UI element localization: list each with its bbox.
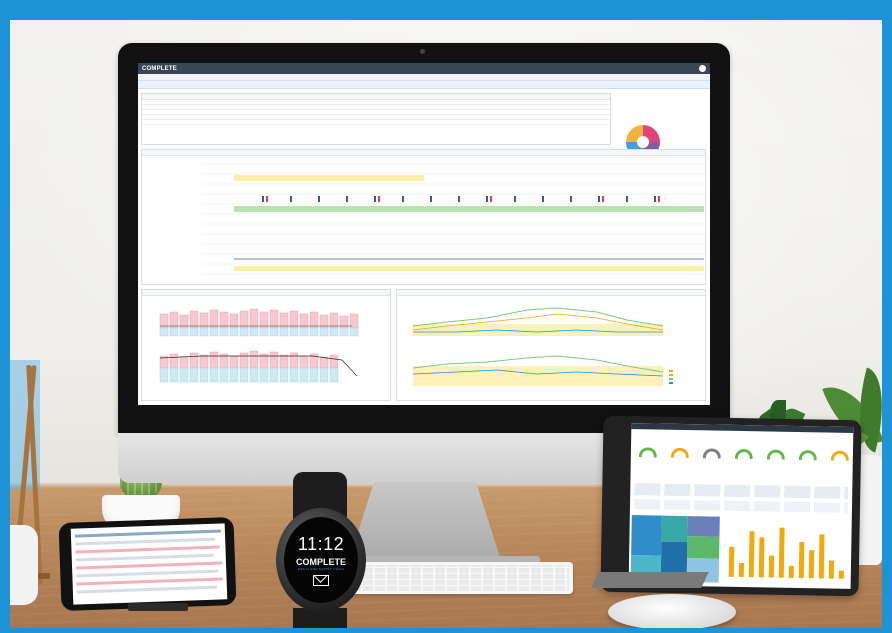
- treemap-tile: [661, 515, 688, 543]
- phone-row: [75, 545, 220, 554]
- phone-stand: [128, 603, 188, 611]
- phone-screen: [70, 523, 228, 605]
- overview-panel: [141, 93, 611, 145]
- tablet-stand: [591, 572, 709, 588]
- tablet-bar: [768, 555, 775, 578]
- mouse: [608, 594, 736, 628]
- gauge: [670, 447, 690, 459]
- avatar[interactable]: [699, 65, 706, 72]
- watch-face: 11:12 COMPLETE END to END SUPPLY CHAIN: [284, 517, 358, 603]
- tablet-bar: [748, 531, 755, 578]
- table-row: [142, 120, 610, 125]
- tablet-bar: [828, 560, 835, 579]
- purchasing-timeline-panel: [141, 149, 706, 285]
- phone-row: [75, 553, 214, 562]
- tablet-bar: [808, 550, 815, 579]
- kpi-strip: [634, 483, 849, 499]
- daily-projection-panel: [141, 289, 391, 401]
- photo-scene: COMPLETE 11:12 COMPLETE END to END SUPPL…: [10, 20, 882, 628]
- trend-chart: [412, 307, 673, 386]
- phone-row: [75, 537, 216, 546]
- treemap-tile: [687, 536, 720, 559]
- projection-chart: [159, 308, 359, 383]
- treemap-tile: [631, 515, 662, 556]
- tablet-bar: [758, 537, 765, 578]
- timeline-grid: [202, 163, 705, 275]
- watch-time: 11:12: [297, 534, 345, 554]
- gauge: [830, 450, 849, 461]
- tablet-bar: [798, 542, 805, 579]
- tablet-bar: [788, 565, 794, 578]
- tablet-bar: [728, 546, 735, 577]
- phone-row: [76, 585, 217, 594]
- keyboard-keys: [351, 565, 569, 591]
- app-toolbar: [138, 81, 710, 89]
- phone-row: [74, 529, 221, 538]
- app-logo: COMPLETE: [142, 65, 177, 72]
- gauge: [638, 447, 658, 458]
- tablet-bar: [738, 562, 745, 578]
- tablet-bar: [778, 527, 785, 578]
- white-vase: [10, 525, 38, 605]
- webcam: [420, 49, 425, 54]
- monitor-screen: COMPLETE: [138, 63, 710, 405]
- gauge: [734, 448, 753, 460]
- tablet-screen: [628, 423, 854, 589]
- watch-logo: COMPLETE: [295, 557, 346, 567]
- gauge: [798, 450, 817, 461]
- app-menu: [138, 74, 710, 81]
- phone-row: [76, 569, 219, 578]
- app-header: COMPLETE: [138, 63, 710, 74]
- gauge: [766, 449, 785, 460]
- tablet-bar: [838, 570, 844, 579]
- phone-row: [76, 561, 223, 570]
- phone-row: [76, 577, 223, 586]
- kpi-strip: [633, 499, 849, 513]
- envelope-icon[interactable]: [313, 575, 329, 586]
- treemap-tile: [687, 516, 720, 537]
- gauge: [702, 448, 721, 459]
- tablet-bar: [818, 534, 825, 579]
- historical-trend-panel: [396, 289, 706, 401]
